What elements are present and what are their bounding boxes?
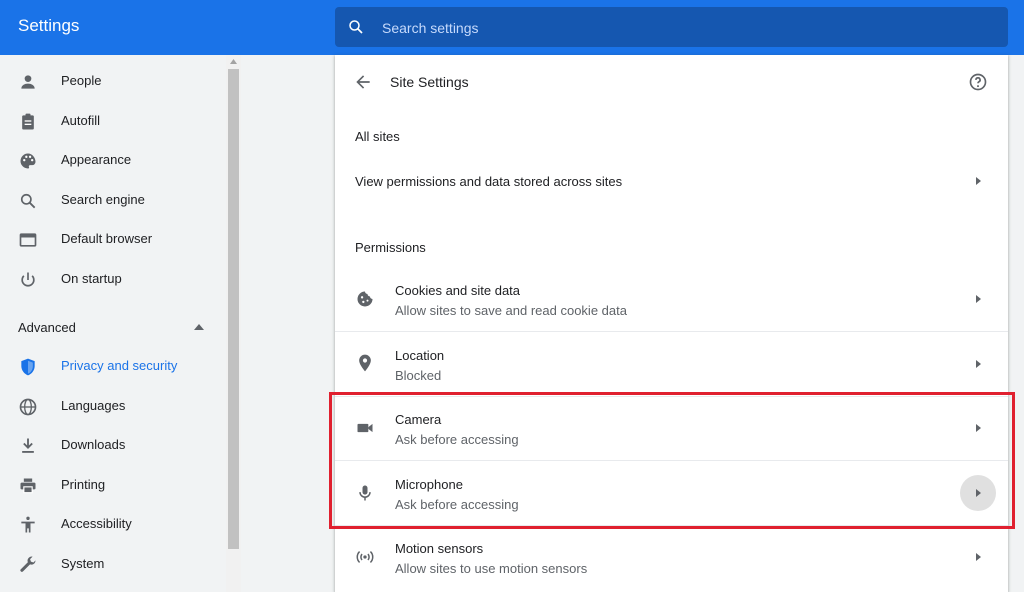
cookie-icon bbox=[357, 291, 373, 307]
sidebar-item-label: Appearance bbox=[61, 152, 132, 167]
chevron-right-icon bbox=[976, 295, 981, 303]
sidebar-item-system[interactable]: System bbox=[0, 545, 226, 585]
download-icon bbox=[22, 438, 34, 453]
location-pin-icon bbox=[359, 354, 371, 372]
sidebar-item-default-browser[interactable]: Default browser bbox=[0, 220, 226, 260]
permission-subtitle: Blocked bbox=[395, 368, 442, 383]
sidebar-item-label: System bbox=[61, 556, 105, 571]
globe-icon bbox=[19, 398, 37, 416]
all-sites-row[interactable]: View permissions and data stored across … bbox=[335, 159, 1008, 203]
top-bar: Settings bbox=[0, 0, 1024, 55]
search-input[interactable] bbox=[380, 7, 984, 49]
chevron-right-icon bbox=[976, 177, 981, 185]
highlight-annotation-box bbox=[329, 392, 1015, 529]
sidebar-item-label: Downloads bbox=[61, 437, 126, 452]
sidebar-item-label: Accessibility bbox=[61, 516, 132, 531]
sidebar-item-downloads[interactable]: Downloads bbox=[0, 426, 226, 466]
search-icon bbox=[349, 20, 363, 34]
scroll-up-arrow-icon[interactable] bbox=[230, 59, 237, 64]
accessibility-icon bbox=[21, 516, 35, 533]
permissions-header: Permissions bbox=[355, 240, 426, 255]
permission-subtitle: Allow sites to use motion sensors bbox=[395, 561, 588, 576]
advanced-label: Advanced bbox=[18, 320, 76, 335]
sidebar-item-label: Printing bbox=[61, 477, 106, 492]
clipboard-icon bbox=[22, 113, 34, 130]
sidebar-item-privacy-and-security[interactable]: Privacy and security bbox=[0, 347, 226, 387]
search-box[interactable] bbox=[335, 7, 1008, 49]
sidebar-item-label: On startup bbox=[61, 271, 122, 286]
browser-window-icon bbox=[19, 233, 37, 247]
power-icon bbox=[21, 272, 35, 287]
permission-subtitle: Allow sites to save and read cookie data bbox=[395, 303, 627, 318]
chevron-right-icon bbox=[976, 553, 981, 561]
sidebar-item-people[interactable]: People bbox=[0, 62, 226, 102]
app-title: Settings bbox=[18, 16, 80, 35]
page-title: Site Settings bbox=[390, 74, 469, 90]
sidebar-item-label: Privacy and security bbox=[61, 358, 178, 373]
palette-icon bbox=[20, 153, 36, 169]
sidebar-item-autofill[interactable]: Autofill bbox=[0, 102, 226, 142]
permission-row-motion-sensors[interactable]: Motion sensors Allow sites to use motion… bbox=[335, 525, 1008, 589]
permission-title: Location bbox=[395, 348, 445, 363]
search-icon bbox=[20, 193, 36, 209]
scrollbar-thumb[interactable] bbox=[228, 69, 239, 549]
caret-up-icon bbox=[194, 324, 204, 330]
sidebar-item-appearance[interactable]: Appearance bbox=[0, 141, 226, 181]
sidebar-item-accessibility[interactable]: Accessibility bbox=[0, 505, 226, 545]
wrench-icon bbox=[20, 556, 36, 572]
printer-icon bbox=[20, 478, 36, 494]
sidebar-scrollbar[interactable] bbox=[226, 55, 241, 592]
sidebar-item-languages[interactable]: Languages bbox=[0, 387, 226, 427]
permission-title: Motion sensors bbox=[395, 541, 484, 556]
permission-row-cookies[interactable]: Cookies and site data Allow sites to sav… bbox=[335, 267, 1008, 331]
all-sites-header: All sites bbox=[355, 129, 400, 144]
sidebar-item-label: Autofill bbox=[61, 113, 101, 128]
sidebar-item-search-engine[interactable]: Search engine bbox=[0, 181, 226, 221]
sidebar-item-label: People bbox=[61, 73, 102, 88]
divider bbox=[335, 331, 1008, 332]
sidebar-item-printing[interactable]: Printing bbox=[0, 466, 226, 506]
sidebar-item-label: Search engine bbox=[61, 192, 145, 207]
permission-title: Cookies and site data bbox=[395, 283, 521, 298]
shield-icon bbox=[21, 358, 35, 376]
sidebar-item-label: Languages bbox=[61, 398, 126, 413]
permission-row-location[interactable]: Location Blocked bbox=[335, 331, 1008, 396]
motion-sensors-icon bbox=[356, 551, 374, 563]
back-arrow-icon[interactable] bbox=[353, 72, 373, 92]
help-icon[interactable] bbox=[968, 72, 988, 92]
all-sites-row-label: View permissions and data stored across … bbox=[355, 174, 623, 189]
person-icon bbox=[21, 75, 35, 89]
chevron-right-icon bbox=[976, 360, 981, 368]
sidebar-item-on-startup[interactable]: On startup bbox=[0, 260, 226, 300]
sidebar: People Autofill Appearance Search engine… bbox=[0, 55, 226, 592]
sidebar-item-label: Default browser bbox=[61, 231, 153, 246]
